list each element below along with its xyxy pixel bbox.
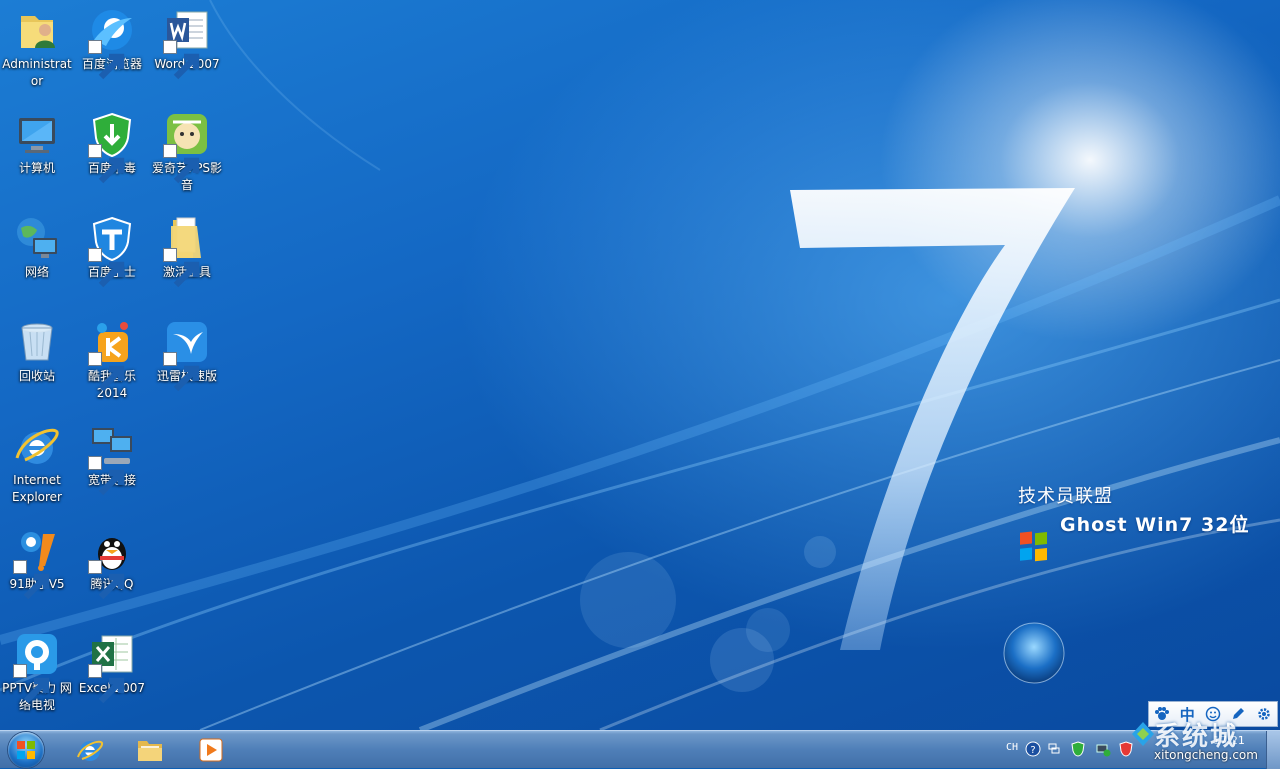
desktop[interactable]: 技术员联盟 Ghost Win7 32位 Administrator 计算机 网… [0,0,1280,730]
recycle-bin-icon [13,318,61,366]
desktop-icon-baidu-guard[interactable]: 百度卫士 [75,208,149,288]
taskbar: CH ? 17:21 [0,730,1280,769]
shortcut-arrow-icon [163,144,200,184]
desktop-icon-network[interactable]: 网络 [0,208,74,281]
ie-icon [77,740,104,761]
desktop-icon-qq[interactable]: 腾讯QQ [75,520,149,600]
baidu-browser-icon [88,6,136,80]
desktop-icon-label: Internet Explorer [12,473,62,504]
watermark-logo-icon [1132,722,1154,746]
folder-icon [163,214,211,288]
shortcut-arrow-icon [13,664,50,704]
start-button[interactable] [8,732,44,768]
kuwo-music-icon [88,318,136,392]
desktop-icon-pps[interactable]: 爱奇艺PPS影音 [150,104,224,194]
desktop-icon-label: 网络 [24,265,49,279]
watermark-url: xitongcheng.com [1154,748,1258,762]
desktop-icon-word[interactable]: Word 2007 [150,0,224,80]
desktop-icon-label: Administrator [2,57,72,88]
svg-text:?: ? [1030,745,1035,756]
91-assistant-icon [13,526,61,600]
taskbar-pinned-windows-explorer[interactable] [126,734,174,766]
shortcut-arrow-icon [163,248,200,288]
wallpaper-brand-title: 技术员联盟 [1018,486,1113,507]
excel-icon [88,630,136,704]
computer-icon [13,110,61,158]
shortcut-arrow-icon [88,664,125,704]
desktop-icon-kuwo-music[interactable]: 酷我音乐2014 [75,312,149,402]
desktop-icon-label: 回收站 [18,369,55,383]
windows-logo-icon [17,741,35,759]
shortcut-arrow-icon [88,560,125,600]
qq-icon [88,526,136,600]
baidu-guard-icon [88,214,136,288]
shortcut-arrow-icon [163,352,200,392]
desktop-icon-baidu-browser[interactable]: 百度浏览器 [75,0,149,80]
desktop-icon-label: 计算机 [18,161,55,175]
desktop-icon-pptv[interactable]: PPTV聚力 网络电视 [0,624,74,714]
folder-icon [138,741,162,761]
desktop-icon-baidu-antivirus[interactable]: 百度杀毒 [75,104,149,184]
desktop-icon-excel[interactable]: Excel 2007 [75,624,149,704]
wallpaper-brand-subtitle: Ghost Win7 32位 [1060,514,1250,536]
desktop-icon-computer[interactable]: 计算机 [0,104,74,177]
media-player-icon [199,738,223,762]
taskbar-pinned-media-player[interactable] [187,734,235,766]
xunlei-icon [163,318,211,392]
shield-icon[interactable] [1070,741,1086,757]
shortcut-arrow-icon [88,248,125,288]
tray-language-indicator[interactable]: CH [1006,742,1018,753]
desktop-icon-internet-explorer[interactable]: Internet Explorer [0,416,74,506]
desktop-icon-xunlei[interactable]: 迅雷极速版 [150,312,224,392]
network-status-icon[interactable] [1095,741,1111,757]
shortcut-arrow-icon [88,456,125,496]
desktop-icon-91-assistant[interactable]: 91助手V5 [0,520,74,600]
shortcut-arrow-icon [88,352,125,392]
site-watermark: 系统城 xitongcheng.com [1128,716,1280,768]
tray-expand-icon[interactable] [1046,741,1062,757]
shortcut-arrow-icon [88,144,125,184]
desktop-icon-broadband[interactable]: 宽带连接 [75,416,149,496]
desktop-icon-activation-tools[interactable]: 激活工具 [150,208,224,288]
network-icon [13,214,61,262]
shortcut-arrow-icon [88,40,125,80]
baidu-antivirus-icon [88,110,136,184]
taskbar-pinned-internet-explorer[interactable] [66,734,114,766]
ie-icon [13,422,61,470]
help-icon[interactable]: ? [1025,741,1041,757]
word-icon [163,6,211,80]
desktop-icon-administrator[interactable]: Administrator [0,0,74,90]
broadband-icon [88,422,136,496]
pptv-icon [13,630,61,704]
user-folder-icon [13,6,61,54]
desktop-icon-recycle-bin[interactable]: 回收站 [0,312,74,385]
shortcut-arrow-icon [13,560,50,600]
pps-icon [163,110,211,184]
shortcut-arrow-icon [163,40,200,80]
